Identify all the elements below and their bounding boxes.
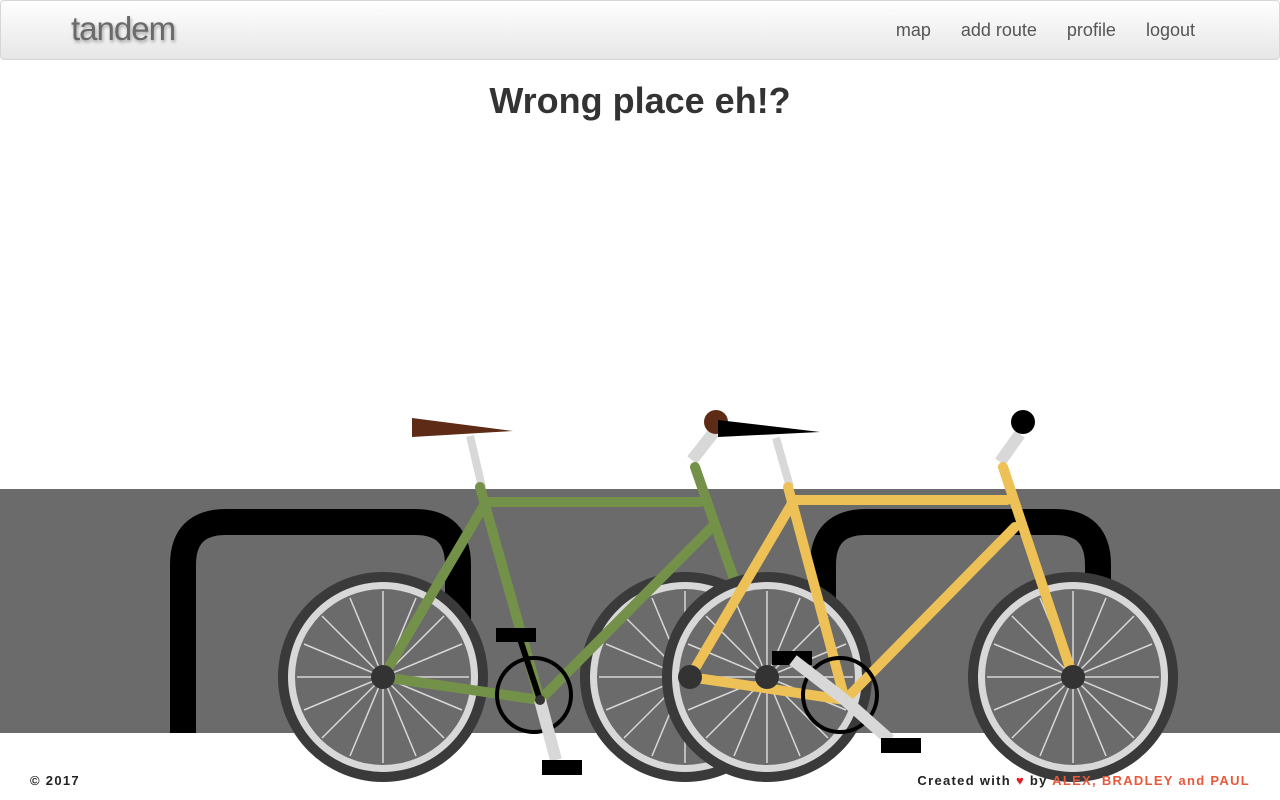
authors-link[interactable]: ALEX, BRADLEY and PAUL xyxy=(1052,773,1250,788)
navbar: tandem map add route profile logout xyxy=(0,0,1280,60)
credits-prefix: Created with xyxy=(917,773,1012,788)
nav-link-map[interactable]: map xyxy=(896,20,931,41)
brand-logo[interactable]: tandem xyxy=(71,10,176,48)
credits-by: by xyxy=(1029,773,1048,788)
nav-link-profile[interactable]: profile xyxy=(1067,20,1116,41)
bike-rack-illustration xyxy=(0,410,1280,782)
nav-link-add-route[interactable]: add route xyxy=(961,20,1037,41)
page-title: Wrong place eh!? xyxy=(489,80,791,121)
nav-links: map add route profile logout xyxy=(896,20,1195,41)
nav-link-logout[interactable]: logout xyxy=(1146,20,1195,41)
credits: Created with ♥ by ALEX, BRADLEY and PAUL xyxy=(917,773,1250,788)
copyright: © 2017 xyxy=(30,773,80,788)
heart-icon: ♥ xyxy=(1015,773,1025,788)
